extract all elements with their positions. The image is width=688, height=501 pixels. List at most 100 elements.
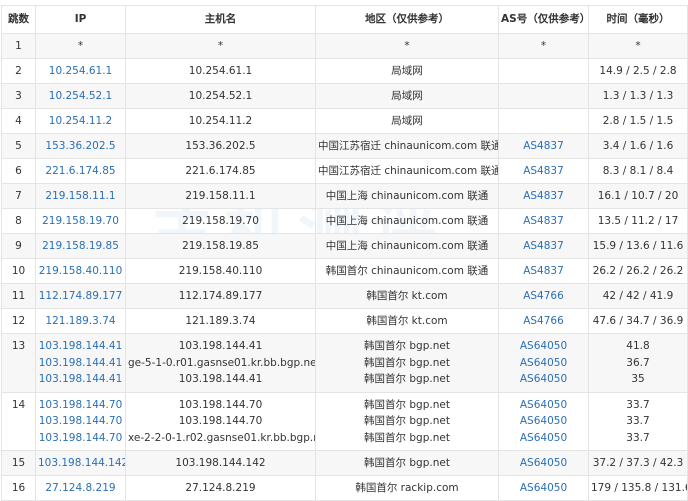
as-link[interactable]: AS64050 bbox=[501, 413, 586, 430]
time-text: 36.7 bbox=[626, 356, 650, 369]
region-text: 局域网 bbox=[391, 64, 423, 77]
time-cell: 1.3 / 1.3 / 1.3 bbox=[588, 83, 688, 109]
ip-link[interactable]: 103.198.144.70 bbox=[38, 430, 123, 447]
table-row: 11 112.174.89.177 112.174.89.177 韩国首尔 kt.co… bbox=[1, 283, 688, 309]
hostname-cell: 10.254.61.1 bbox=[125, 58, 316, 84]
ip-link[interactable]: 219.158.40.110 bbox=[38, 263, 123, 280]
region-cell: 局域网 bbox=[315, 83, 499, 109]
time-cell: 41.8 36.7 35 bbox=[588, 333, 688, 393]
table-row: 8 219.158.19.70 219.158.19.70 中国上海 chinauni… bbox=[1, 208, 688, 234]
hop-cell: 16 bbox=[1, 475, 36, 501]
as-link[interactable]: AS64050 bbox=[501, 397, 586, 414]
as-link[interactable]: AS4837 bbox=[501, 163, 586, 180]
ip-link[interactable]: 103.198.144.70 bbox=[38, 397, 123, 414]
hop-cell: 8 bbox=[1, 208, 36, 234]
ip-link[interactable]: 10.254.52.1 bbox=[38, 88, 123, 105]
ip-cell: 112.174.89.177 bbox=[35, 283, 126, 309]
as-cell bbox=[498, 58, 589, 84]
hostname-text: 10.254.11.2 bbox=[188, 114, 253, 127]
time-cell: 33.7 33.7 33.7 bbox=[588, 391, 688, 451]
table-row: 1 * * * * * bbox=[1, 33, 688, 59]
table-row: 6 221.6.174.85 221.6.174.85 中国江苏宿迁 chinauni… bbox=[1, 158, 688, 184]
hostname-text: 103.198.144.142 bbox=[175, 456, 266, 469]
as-link[interactable]: AS64050 bbox=[501, 430, 586, 447]
hostname-cell: 27.124.8.219 bbox=[125, 475, 316, 501]
hop-cell: 5 bbox=[1, 133, 36, 159]
as-link[interactable]: AS64050 bbox=[501, 480, 586, 497]
table-row: 13 103.198.144.41 103.198.144.41 103.198.14… bbox=[1, 333, 688, 393]
ip-cell: * bbox=[35, 33, 126, 59]
table-row: 15 103.198.144.142 103.198.144.142 韩国首尔 bgp… bbox=[1, 450, 688, 476]
header-as: AS号（仅供参考） bbox=[498, 5, 589, 34]
ip-link[interactable]: 219.158.19.70 bbox=[38, 213, 123, 230]
as-link[interactable]: AS4766 bbox=[501, 288, 586, 305]
ip-link[interactable]: 219.158.19.85 bbox=[38, 238, 123, 255]
ip-link[interactable]: 103.198.144.41 bbox=[38, 371, 123, 388]
hostname-text: 153.36.202.5 bbox=[185, 139, 256, 152]
as-link[interactable]: AS4837 bbox=[501, 263, 586, 280]
time-cell: 14.9 / 2.5 / 2.8 bbox=[588, 58, 688, 84]
as-link[interactable]: AS4837 bbox=[501, 138, 586, 155]
time-text: 47.6 / 34.7 / 36.9 bbox=[592, 314, 684, 327]
as-link[interactable]: AS4837 bbox=[501, 238, 586, 255]
ip-link[interactable]: 103.198.144.41 bbox=[38, 338, 123, 355]
region-cell: 中国上海 chinaunicom.com 联通 bbox=[315, 233, 499, 259]
time-text: 8.3 / 8.1 / 8.4 bbox=[602, 164, 674, 177]
as-cell bbox=[498, 108, 589, 134]
time-text: 16.1 / 10.7 / 20 bbox=[597, 189, 679, 202]
region-cell: 局域网 bbox=[315, 108, 499, 134]
header-region: 地区（仅供参考） bbox=[315, 5, 499, 34]
region-text: 韩国首尔 bgp.net bbox=[364, 415, 450, 427]
header-time: 时间（毫秒） bbox=[588, 5, 688, 34]
time-text: 15.9 / 13.6 / 11.6 bbox=[592, 239, 684, 252]
ip-link[interactable]: 219.158.11.1 bbox=[38, 188, 123, 205]
ip-cell: 219.158.19.85 bbox=[35, 233, 126, 259]
hop-cell: 1 bbox=[1, 33, 36, 59]
as-link[interactable]: AS64050 bbox=[501, 455, 586, 472]
as-cell: AS4837 bbox=[498, 158, 589, 184]
time-text: 33.7 bbox=[626, 398, 650, 411]
hop-cell: 12 bbox=[1, 308, 36, 334]
ip-link[interactable]: 221.6.174.85 bbox=[38, 163, 123, 180]
as-link[interactable]: AS64050 bbox=[501, 338, 586, 355]
ip-link[interactable]: 121.189.3.74 bbox=[38, 313, 123, 330]
ip-link[interactable]: 103.198.144.70 bbox=[38, 413, 123, 430]
as-cell: AS4837 bbox=[498, 258, 589, 284]
ip-link[interactable]: 103.198.144.142 bbox=[38, 455, 125, 472]
table-row: 14 103.198.144.70 103.198.144.70 103.198.14… bbox=[1, 391, 688, 451]
as-link[interactable]: AS64050 bbox=[501, 355, 586, 372]
as-link[interactable]: AS4837 bbox=[501, 213, 586, 230]
as-link[interactable]: AS4766 bbox=[501, 313, 586, 330]
ip-cell: 27.124.8.219 bbox=[35, 475, 126, 501]
as-cell: AS4837 bbox=[498, 208, 589, 234]
ip-link[interactable]: 153.36.202.5 bbox=[38, 138, 123, 155]
hostname-cell: 219.158.11.1 bbox=[125, 183, 316, 209]
hostname-text: 112.174.89.177 bbox=[178, 289, 263, 302]
as-link[interactable]: AS64050 bbox=[501, 371, 586, 388]
as-cell: AS4837 bbox=[498, 133, 589, 159]
hostname-text: 10.254.52.1 bbox=[188, 89, 253, 102]
time-text: 13.5 / 11.2 / 17 bbox=[597, 214, 679, 227]
hostname-text: 219.158.19.70 bbox=[182, 214, 259, 227]
ip-link[interactable]: 27.124.8.219 bbox=[38, 480, 123, 497]
ip-link[interactable]: 10.254.11.2 bbox=[38, 113, 123, 130]
as-link[interactable]: AS4837 bbox=[501, 188, 586, 205]
as-cell: AS64050 AS64050 AS64050 bbox=[498, 333, 589, 393]
ip-cell: 153.36.202.5 bbox=[35, 133, 126, 159]
time-cell: 3.4 / 1.6 / 1.6 bbox=[588, 133, 688, 159]
time-text: 14.9 / 2.5 / 2.8 bbox=[599, 64, 677, 77]
hostname-text: 27.124.8.219 bbox=[185, 481, 256, 494]
hostname-cell: 219.158.19.85 bbox=[125, 233, 316, 259]
region-text: 韩国首尔 chinaunicom.com 联通 bbox=[325, 264, 489, 277]
region-cell: 韩国首尔 kt.com bbox=[315, 308, 499, 334]
ip-link[interactable]: 103.198.144.41 bbox=[38, 355, 123, 372]
time-cell: 15.9 / 13.6 / 11.6 bbox=[588, 233, 688, 259]
region-text: 韩国首尔 kt.com bbox=[366, 314, 448, 327]
hostname-text: 103.198.144.70 bbox=[178, 398, 263, 411]
time-cell: 26.2 / 26.2 / 26.2 bbox=[588, 258, 688, 284]
as-cell: AS4766 bbox=[498, 283, 589, 309]
ip-link[interactable]: 112.174.89.177 bbox=[38, 288, 123, 305]
time-cell: 2.8 / 1.5 / 1.5 bbox=[588, 108, 688, 134]
ip-link[interactable]: 10.254.61.1 bbox=[38, 63, 123, 80]
as-cell bbox=[498, 83, 589, 109]
